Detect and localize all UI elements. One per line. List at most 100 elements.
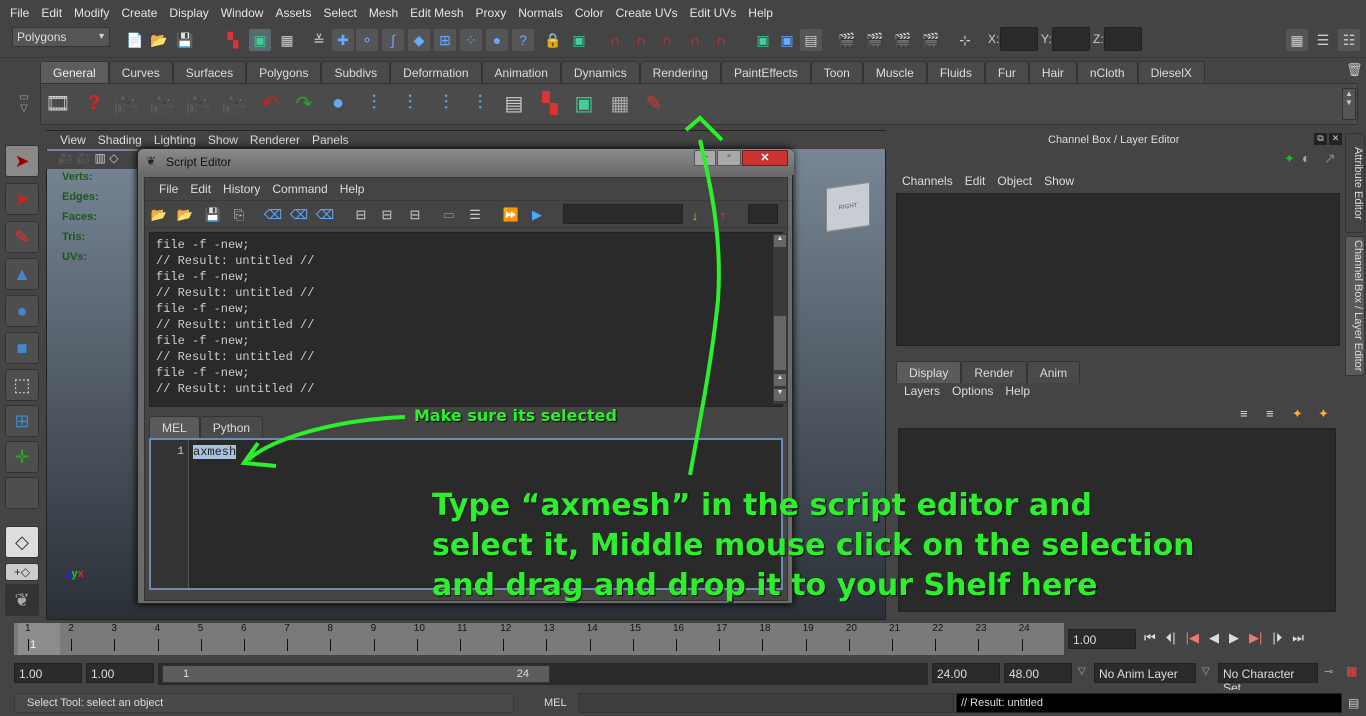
scale-tool-icon[interactable]: ■ (5, 332, 39, 364)
undo-icon[interactable]: ↶ (256, 87, 284, 119)
single-perspective-layout-icon[interactable]: ◇ (5, 526, 39, 558)
menu-color[interactable]: Color (569, 6, 610, 20)
channel-box-list[interactable] (896, 193, 1340, 346)
shelf-tab-fur[interactable]: Fur (984, 61, 1029, 83)
view-cube[interactable]: RIGHT (826, 181, 870, 233)
command-language-button[interactable]: MEL (544, 697, 567, 709)
menu-modify[interactable]: Modify (68, 6, 115, 20)
select-handle-icon[interactable]: ✚ (332, 29, 354, 51)
float-panel-icon[interactable]: ⧉ (1314, 133, 1327, 145)
shelf-tab-dieselx[interactable]: DieselX (1137, 61, 1205, 83)
echo-commands-icon[interactable]: ▭ (439, 205, 459, 225)
select-component-icon[interactable]: ▦ (276, 29, 298, 51)
script-editor-titlebar[interactable]: ❦ Script Editor – ▫ ✕ (138, 149, 794, 175)
help-question-icon[interactable]: ? (80, 87, 108, 119)
save-to-shelf-icon[interactable]: ⎘ (229, 205, 249, 225)
move-layer-down-icon[interactable]: ≡ (1266, 406, 1274, 421)
menu-edit[interactable]: Edit (35, 6, 68, 20)
select-tool-icon[interactable]: ➤ (5, 145, 39, 177)
anim-end-field[interactable]: 48.00 (1004, 663, 1072, 683)
shelf-tab-animation[interactable]: Animation (481, 61, 561, 83)
tab-render[interactable]: Render (961, 361, 1027, 383)
ipr-render-icon[interactable]: 🎬 (892, 29, 914, 51)
snap-grid-icon[interactable]: ∩ (604, 29, 626, 51)
four-view-layout-icon[interactable]: +◇ (5, 563, 39, 581)
snap-view-plane-icon[interactable]: ∩ (684, 29, 706, 51)
vp-menu-panels[interactable]: Panels (306, 133, 355, 147)
step-forward-key-icon[interactable]: ▶| (1249, 630, 1262, 646)
tab-anim[interactable]: Anim (1026, 361, 1081, 383)
soft-modification-icon[interactable]: ⊞ (5, 405, 39, 437)
search-up-icon[interactable]: ↑ (713, 205, 733, 225)
scroll-down-icon[interactable]: ▼ (774, 389, 786, 401)
clear-input-icon[interactable]: ⌫ (289, 205, 309, 225)
shelf-tab-ncloth[interactable]: nCloth (1076, 61, 1138, 83)
shading-icon[interactable]: ◐ (1302, 150, 1310, 166)
animation-prefs-icon[interactable]: ▦ (1346, 664, 1357, 678)
vp-menu-lighting[interactable]: Lighting (148, 133, 202, 147)
execute-icon[interactable]: ▶ (527, 205, 547, 225)
parent-icon[interactable]: ⫶ (432, 87, 460, 119)
tab-mel[interactable]: MEL (149, 416, 200, 438)
tab-display[interactable]: Display (896, 361, 962, 383)
group-icon[interactable]: ⫶ (360, 87, 388, 119)
camera-zoom-icon[interactable]: 🎥 (220, 87, 248, 119)
show-both-icon[interactable]: ⊟ (405, 205, 425, 225)
transform-mode-icon[interactable]: ⊹ (954, 29, 976, 51)
redo-icon[interactable]: ↷ (290, 87, 318, 119)
snap-point-icon[interactable]: ∩ (656, 29, 678, 51)
tool-settings-toggle-icon[interactable]: ☰ (1312, 29, 1334, 51)
lasso-tool-icon[interactable]: ➤ (5, 183, 39, 215)
move-layer-up-icon[interactable]: ≡ (1240, 406, 1248, 421)
shelf-tab-general[interactable]: General (40, 61, 109, 83)
shelf-tab-toon[interactable]: Toon (810, 61, 863, 83)
ungroup-icon[interactable]: ⫶ (396, 87, 424, 119)
vp-menu-view[interactable]: View (54, 133, 92, 147)
vp-menu-show[interactable]: Show (202, 133, 244, 147)
shelf-tab-polygons[interactable]: Polygons (246, 61, 322, 83)
select-deformations-icon[interactable]: ⊞ (434, 29, 456, 51)
last-tool-slot[interactable] (5, 477, 39, 509)
open-scene-icon[interactable]: 📂 (148, 29, 170, 51)
paint-select-tool-icon[interactable]: ✎ (5, 221, 39, 253)
close-panel-icon[interactable]: ✕ (1329, 133, 1342, 145)
select-object-icon[interactable]: ▣ (249, 29, 271, 51)
new-empty-layer-icon[interactable]: ✦ (1292, 406, 1303, 422)
delete-history-icon[interactable]: ● (324, 87, 352, 119)
le-menu-options[interactable]: Options (946, 384, 999, 398)
select-curves-icon[interactable]: ∫ (382, 29, 404, 51)
selected-code-text[interactable]: axmesh (193, 445, 237, 459)
range-slider[interactable]: 1 24 (162, 665, 550, 683)
attribute-editor-toggle-icon[interactable]: ▦ (1286, 29, 1308, 51)
channel-box-toggle-icon[interactable]: ☷ (1338, 29, 1360, 51)
start-time-field[interactable]: 1.00 (14, 663, 82, 683)
select-dynamics-icon[interactable]: ⁘ (460, 29, 482, 51)
select-by-component-icon[interactable]: ▦ (606, 87, 634, 119)
se-menu-command[interactable]: Command (266, 182, 333, 196)
anim-start-field[interactable]: 1.00 (86, 663, 154, 683)
minimize-button[interactable]: – (694, 150, 716, 166)
time-slider[interactable]: 1 1 2 3 4 5 6 7 8 9 10 11 12 13 14 15 16 17 18 19 20 21 22 23 2… (14, 623, 1064, 655)
save-scene-icon[interactable]: 💾 (174, 29, 196, 51)
open-script-icon[interactable]: 📂 (149, 205, 169, 225)
show-manipulator-icon[interactable]: ✛ (5, 441, 39, 473)
cb-menu-object[interactable]: Object (991, 174, 1038, 188)
menu-help[interactable]: Help (742, 6, 779, 20)
menu-set-select[interactable]: Polygons ▼ (12, 27, 110, 47)
vp-menu-renderer[interactable]: Renderer (244, 133, 306, 147)
char-set-chevron-icon[interactable]: ▽ (1202, 666, 1210, 677)
select-hierarchy-icon[interactable]: ▚ (222, 29, 244, 51)
save-script-icon[interactable]: 💾 (203, 205, 223, 225)
search-field[interactable] (563, 204, 683, 224)
render-view-icon[interactable]: 🎬 (836, 29, 858, 51)
arrow-icon[interactable]: ↗ (1324, 150, 1336, 167)
shelf-tab-muscle[interactable]: Muscle (862, 61, 927, 83)
menu-proxy[interactable]: Proxy (470, 6, 513, 20)
viewport-icon-bar[interactable]: 🎥 🎥 ▥ ◇ (46, 151, 138, 169)
shelf-tab-subdivs[interactable]: Subdivs (321, 61, 391, 83)
history-scrollbar[interactable]: ▲ ▲ ▼ (773, 234, 787, 404)
z-field[interactable] (1104, 27, 1142, 51)
camera-dolly-icon[interactable]: 🎥 (184, 87, 212, 119)
select-by-object-icon[interactable]: ▣ (570, 87, 598, 119)
unparent-icon[interactable]: ⫶ (466, 87, 494, 119)
